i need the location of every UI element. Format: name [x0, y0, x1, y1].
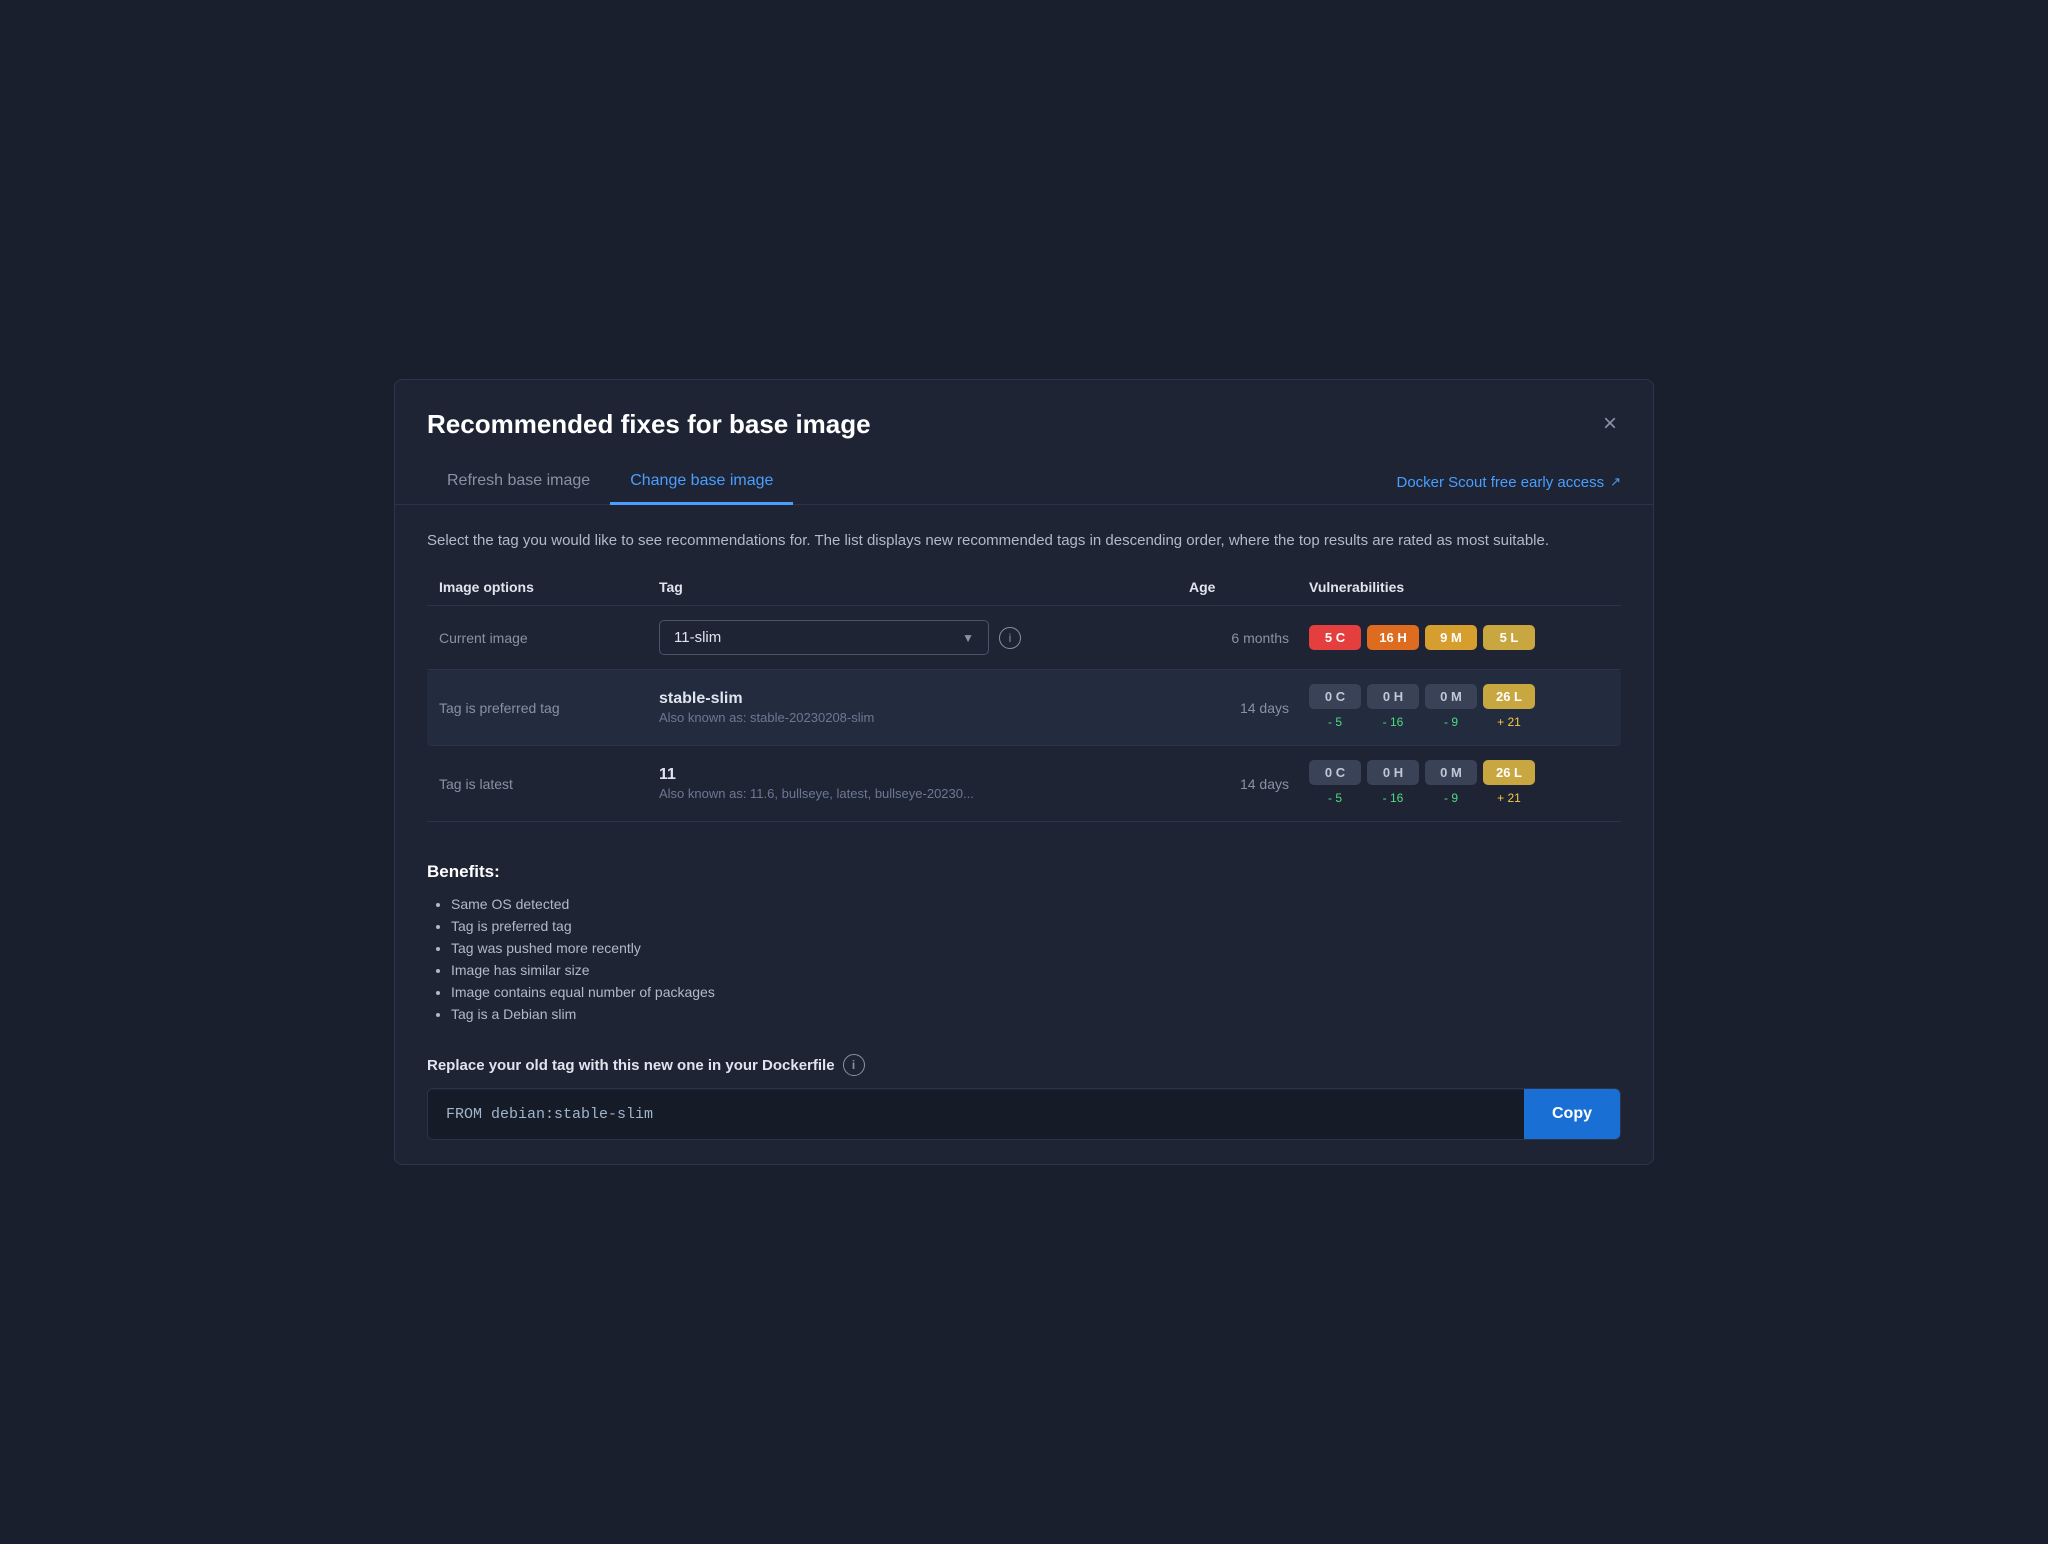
benefit-item: Image has similar size [451, 962, 1621, 978]
tag-name-latest: 11 [659, 766, 974, 784]
table-row-preferred: Tag is preferred tag stable-slim Also kn… [427, 670, 1621, 746]
badge-critical-latest: 0 C [1309, 760, 1361, 785]
tag-cell-preferred: stable-slim Also known as: stable-202302… [659, 690, 1189, 725]
tab-change[interactable]: Change base image [610, 460, 793, 505]
col-header-image-options: Image options [439, 579, 659, 595]
tag-main-latest: 11 Also known as: 11.6, bullseye, latest… [659, 766, 974, 801]
benefit-item: Same OS detected [451, 896, 1621, 912]
vuln-diffs-preferred: - 5 - 16 - 9 + 21 [1309, 713, 1609, 731]
badge-medium-latest: 0 M [1425, 760, 1477, 785]
benefit-item: Tag was pushed more recently [451, 940, 1621, 956]
replace-label: Replace your old tag with this new one i… [427, 1054, 1621, 1076]
diff-m-latest: - 9 [1425, 789, 1477, 807]
badge-high-current: 16 H [1367, 625, 1419, 650]
badge-critical-current: 5 C [1309, 625, 1361, 650]
close-button[interactable]: × [1599, 408, 1621, 440]
row-label-current: Current image [439, 630, 659, 646]
badge-critical-preferred: 0 C [1309, 684, 1361, 709]
age-current: 6 months [1189, 630, 1309, 646]
col-header-age: Age [1189, 579, 1309, 595]
row-label-latest: Tag is latest [439, 776, 659, 792]
table-row-latest: Tag is latest 11 Also known as: 11.6, bu… [427, 746, 1621, 822]
benefit-item: Tag is preferred tag [451, 918, 1621, 934]
vuln-badges-latest: 0 C 0 H 0 M 26 L [1309, 760, 1609, 785]
table-row-current: Current image 11-slim ▼ i 6 months 5 C 1… [427, 606, 1621, 670]
vuln-preferred: 0 C 0 H 0 M 26 L - 5 - 16 - 9 + 21 [1309, 684, 1609, 731]
badge-low-current: 5 L [1483, 625, 1535, 650]
col-header-tag: Tag [659, 579, 1189, 595]
tabs-bar: Refresh base image Change base image Doc… [395, 440, 1653, 505]
badge-low-latest: 26 L [1483, 760, 1535, 785]
benefits-title: Benefits: [427, 862, 1621, 882]
description-text: Select the tag you would like to see rec… [395, 505, 1653, 569]
dockerfile-input[interactable] [428, 1090, 1524, 1139]
modal-header: Recommended fixes for base image × [395, 380, 1653, 440]
age-latest: 14 days [1189, 776, 1309, 792]
vuln-latest: 0 C 0 H 0 M 26 L - 5 - 16 - 9 + 21 [1309, 760, 1609, 807]
info-icon-replace[interactable]: i [843, 1054, 865, 1076]
info-icon-current[interactable]: i [999, 627, 1021, 649]
modal: Recommended fixes for base image × Refre… [394, 379, 1654, 1165]
badge-medium-preferred: 0 M [1425, 684, 1477, 709]
tag-cell-current: 11-slim ▼ i [659, 620, 1189, 655]
badge-medium-current: 9 M [1425, 625, 1477, 650]
benefit-item: Tag is a Debian slim [451, 1006, 1621, 1022]
tab-refresh[interactable]: Refresh base image [427, 460, 610, 505]
docker-scout-link[interactable]: Docker Scout free early access ↗ [1397, 474, 1622, 491]
dockerfile-row: Copy [427, 1088, 1621, 1140]
modal-title: Recommended fixes for base image [427, 409, 871, 440]
badge-high-preferred: 0 H [1367, 684, 1419, 709]
vuln-diffs-latest: - 5 - 16 - 9 + 21 [1309, 789, 1609, 807]
col-header-vulnerabilities: Vulnerabilities [1309, 579, 1609, 595]
copy-button[interactable]: Copy [1524, 1089, 1620, 1139]
row-label-preferred: Tag is preferred tag [439, 700, 659, 716]
tag-alias-latest: Also known as: 11.6, bullseye, latest, b… [659, 786, 974, 801]
benefits-section: Benefits: Same OS detected Tag is prefer… [395, 838, 1653, 1038]
tag-cell-latest: 11 Also known as: 11.6, bullseye, latest… [659, 766, 1189, 801]
diff-l-latest: + 21 [1483, 789, 1535, 807]
recommendations-table: Image options Tag Age Vulnerabilities Cu… [395, 569, 1653, 838]
diff-l-preferred: + 21 [1483, 713, 1535, 731]
benefit-item: Image contains equal number of packages [451, 984, 1621, 1000]
external-link-icon: ↗ [1610, 474, 1621, 490]
replace-section: Replace your old tag with this new one i… [395, 1038, 1653, 1164]
vuln-badges-current: 5 C 16 H 9 M 5 L [1309, 625, 1609, 650]
tag-dropdown-current[interactable]: 11-slim ▼ [659, 620, 989, 655]
tag-main-preferred: stable-slim Also known as: stable-202302… [659, 690, 874, 725]
badge-low-preferred: 26 L [1483, 684, 1535, 709]
benefits-list: Same OS detected Tag is preferred tag Ta… [427, 896, 1621, 1022]
dropdown-arrow-icon: ▼ [962, 631, 974, 645]
vuln-current: 5 C 16 H 9 M 5 L [1309, 625, 1609, 650]
diff-h-preferred: - 16 [1367, 713, 1419, 731]
age-preferred: 14 days [1189, 700, 1309, 716]
diff-h-latest: - 16 [1367, 789, 1419, 807]
vuln-badges-preferred: 0 C 0 H 0 M 26 L [1309, 684, 1609, 709]
tag-alias-preferred: Also known as: stable-20230208-slim [659, 710, 874, 725]
diff-c-preferred: - 5 [1309, 713, 1361, 731]
tabs-left: Refresh base image Change base image [427, 460, 793, 504]
tag-name-preferred: stable-slim [659, 690, 874, 708]
diff-m-preferred: - 9 [1425, 713, 1477, 731]
table-header-row: Image options Tag Age Vulnerabilities [427, 569, 1621, 606]
badge-high-latest: 0 H [1367, 760, 1419, 785]
diff-c-latest: - 5 [1309, 789, 1361, 807]
